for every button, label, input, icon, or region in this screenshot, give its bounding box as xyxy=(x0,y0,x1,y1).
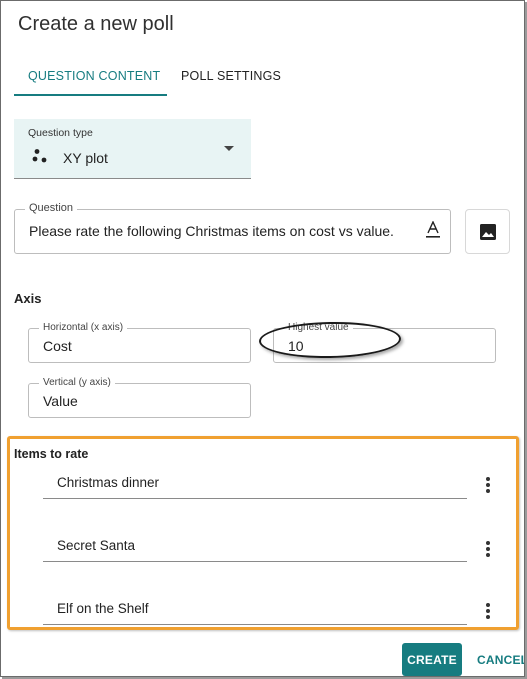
add-image-button[interactable] xyxy=(465,209,510,254)
more-vert-icon[interactable] xyxy=(482,603,494,621)
create-button[interactable]: CREATE xyxy=(402,643,462,676)
horizontal-axis-label: Horizontal (x axis) xyxy=(39,322,128,334)
active-tab-indicator xyxy=(14,94,167,96)
highest-value-field[interactable]: Highest value 10 xyxy=(273,322,496,363)
vertical-axis-field[interactable]: Vertical (y axis) Value xyxy=(28,377,251,418)
create-poll-dialog: Create a new poll QUESTION CONTENT POLL … xyxy=(0,0,525,677)
question-type-select[interactable]: Question type XY plot xyxy=(14,119,251,179)
item-label: Secret Santa xyxy=(57,538,136,553)
chevron-down-icon xyxy=(224,146,234,151)
items-heading: Items to rate xyxy=(14,447,89,461)
question-label: Question xyxy=(25,202,78,214)
xy-plot-icon xyxy=(32,149,47,163)
horizontal-axis-input[interactable]: Cost xyxy=(43,338,72,354)
dialog-title: Create a new poll xyxy=(18,13,174,35)
text-format-icon[interactable] xyxy=(426,221,440,239)
more-vert-icon[interactable] xyxy=(482,541,494,559)
item-label: Christmas dinner xyxy=(57,475,160,490)
horizontal-axis-field[interactable]: Horizontal (x axis) Cost xyxy=(28,322,251,363)
list-item[interactable]: Elf on the Shelf xyxy=(43,601,467,625)
tab-poll-settings[interactable]: POLL SETTINGS xyxy=(181,69,281,83)
image-icon xyxy=(480,224,496,240)
highest-value-input[interactable]: 10 xyxy=(288,338,304,354)
question-type-value: XY plot xyxy=(63,150,108,166)
question-type-label: Question type xyxy=(28,127,93,139)
item-label: Elf on the Shelf xyxy=(57,601,149,616)
question-input[interactable]: Please rate the following Christmas item… xyxy=(29,223,394,239)
list-item[interactable]: Secret Santa xyxy=(43,538,467,562)
vertical-axis-label: Vertical (y axis) xyxy=(39,377,115,389)
question-field[interactable]: Question Please rate the following Chris… xyxy=(14,202,451,254)
more-vert-icon[interactable] xyxy=(482,477,494,495)
vertical-axis-input[interactable]: Value xyxy=(43,393,78,409)
axis-heading: Axis xyxy=(14,291,42,306)
cancel-button[interactable]: CANCEL xyxy=(477,653,524,667)
tab-question-content[interactable]: QUESTION CONTENT xyxy=(28,69,160,83)
list-item[interactable]: Christmas dinner xyxy=(43,475,467,499)
highest-value-label: Highest value xyxy=(284,322,353,334)
